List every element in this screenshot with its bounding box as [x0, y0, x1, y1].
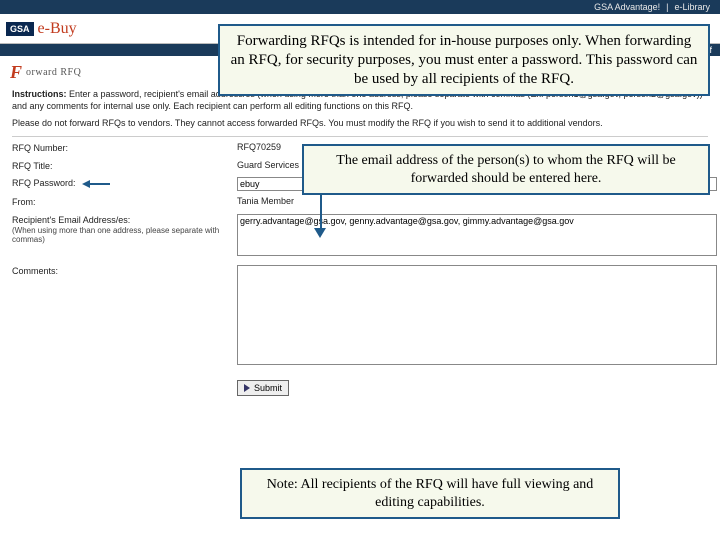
page-title: orward RFQ — [26, 67, 81, 78]
arrow-left-icon — [82, 178, 110, 190]
gsa-logo: GSA — [6, 22, 34, 36]
nav-separator: | — [666, 2, 668, 12]
content-area: Instructions: Enter a password, recipien… — [0, 87, 720, 398]
recipients-sublabel: (When using more than one address, pleas… — [12, 227, 237, 245]
recipients-label: Recipient's Email Address/es: (When usin… — [12, 214, 237, 260]
triangle-icon — [244, 384, 250, 392]
rfq-title-label: RFQ Title: — [12, 160, 237, 173]
instructions-label: Instructions: — [12, 89, 67, 99]
rfq-number-label: RFQ Number: — [12, 142, 237, 155]
comments-label: Comments: — [12, 265, 237, 369]
ebuy-logo: e-Buy — [38, 20, 77, 38]
top-nav: GSA Advantage! | e-Library — [0, 0, 720, 14]
from-value: Tania Member — [237, 196, 717, 209]
callout-email-info: The email address of the person(s) to wh… — [302, 144, 710, 195]
divider — [12, 136, 708, 137]
rfq-password-label: RFQ Password: — [12, 177, 237, 191]
submit-button[interactable]: Submit — [237, 380, 289, 396]
from-label: From: — [12, 196, 237, 209]
nav-advantage-link[interactable]: GSA Advantage! — [594, 2, 660, 12]
forward-logo-letter: F — [10, 62, 22, 83]
callout-forwarding-info: Forwarding RFQs is intended for in-house… — [218, 24, 710, 96]
warning-text: Please do not forward RFQs to vendors. T… — [12, 118, 708, 130]
nav-elibrary-link[interactable]: e-Library — [674, 2, 710, 12]
submit-label: Submit — [254, 383, 282, 393]
recipients-textarea[interactable] — [237, 214, 717, 256]
callout-note: Note: All recipients of the RFQ will hav… — [240, 468, 620, 519]
comments-textarea[interactable] — [237, 265, 717, 365]
